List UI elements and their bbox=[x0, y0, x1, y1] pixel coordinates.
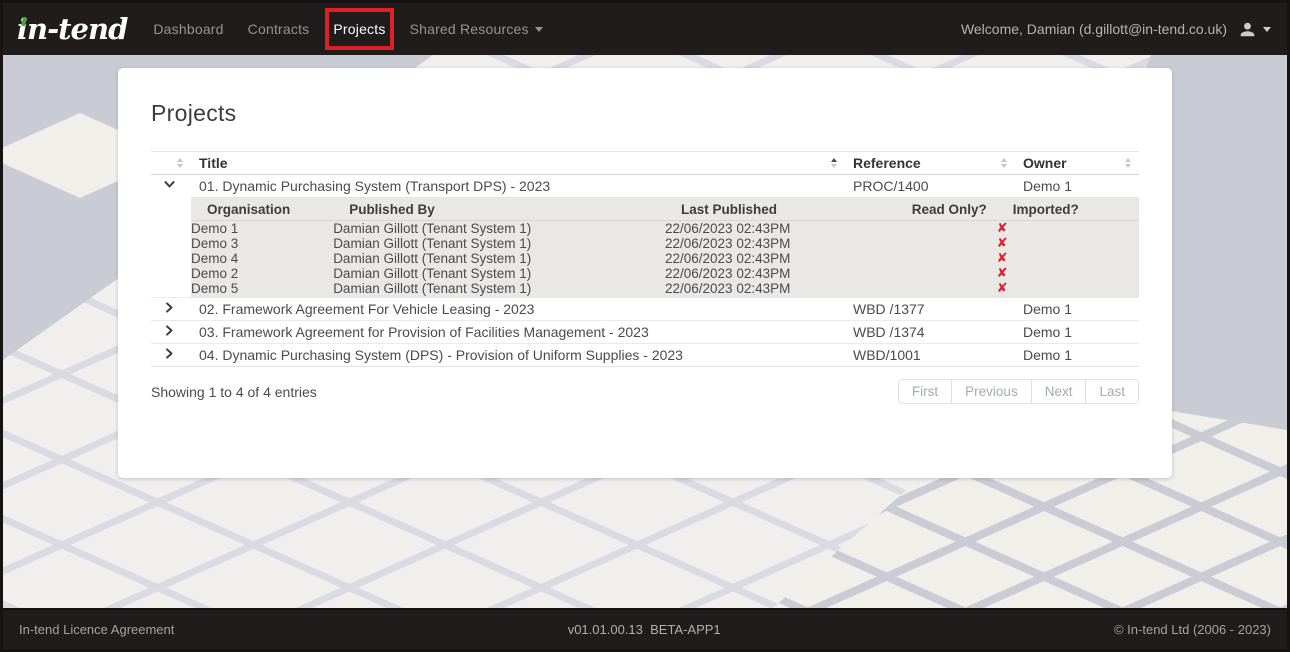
organisation-cell: Demo 1 bbox=[191, 221, 333, 237]
column-header-reference[interactable]: Reference bbox=[845, 152, 1015, 175]
published-by-cell: Damian Gillott (Tenant System 1) bbox=[333, 236, 665, 251]
nav-item-shared-resources[interactable]: Shared Resources bbox=[398, 3, 555, 55]
subcolumn-read-only: Read Only? bbox=[874, 198, 997, 221]
copyright-text: © In-tend Ltd (2006 - 2023) bbox=[1114, 622, 1271, 637]
column-header-owner[interactable]: Owner bbox=[1015, 152, 1139, 175]
published-by-cell: Damian Gillott (Tenant System 1) bbox=[333, 221, 665, 237]
table-row: 03. Framework Agreement for Provision of… bbox=[151, 321, 1139, 344]
sort-ascending-icon bbox=[831, 158, 837, 168]
user-icon bbox=[1239, 21, 1256, 38]
table-header-row: Title Reference Owner bbox=[151, 152, 1139, 175]
subcolumn-published-by: Published By bbox=[333, 198, 665, 221]
published-by-cell: Damian Gillott (Tenant System 1) bbox=[333, 266, 665, 281]
subtable-row: Demo 1 Damian Gillott (Tenant System 1) … bbox=[191, 221, 1139, 237]
table-row: 02. Framework Agreement For Vehicle Leas… bbox=[151, 298, 1139, 321]
project-title: 03. Framework Agreement for Provision of… bbox=[191, 321, 845, 344]
subtable-row: Demo 5 Damian Gillott (Tenant System 1) … bbox=[191, 281, 1139, 297]
table-footer: Showing 1 to 4 of 4 entries First Previo… bbox=[151, 379, 1139, 404]
app-logo-text: in-tend bbox=[17, 12, 127, 46]
project-owner: Demo 1 bbox=[1015, 321, 1139, 344]
pagination: First Previous Next Last bbox=[898, 379, 1139, 404]
expand-chevron-icon[interactable] bbox=[163, 324, 176, 337]
chevron-down-icon bbox=[535, 27, 543, 32]
page-background: Projects Title Reference Owner bbox=[3, 55, 1287, 608]
read-only-cell bbox=[874, 281, 997, 297]
organisation-cell: Demo 5 bbox=[191, 281, 333, 297]
published-by-cell: Damian Gillott (Tenant System 1) bbox=[333, 281, 665, 297]
nav-item-contracts[interactable]: Contracts bbox=[236, 3, 322, 55]
nav-item-projects[interactable]: Projects bbox=[321, 3, 397, 55]
not-imported-x-icon: ✘ bbox=[997, 281, 1139, 297]
not-imported-x-icon: ✘ bbox=[997, 236, 1139, 251]
table-row: 04. Dynamic Purchasing System (DPS) - Pr… bbox=[151, 344, 1139, 367]
published-detail-table: Organisation Published By Last Published… bbox=[191, 197, 1139, 297]
projects-card: Projects Title Reference Owner bbox=[118, 68, 1172, 478]
welcome-text: Welcome, Damian (d.gillott@in-tend.co.uk… bbox=[961, 21, 1227, 37]
collapse-chevron-icon[interactable] bbox=[163, 178, 176, 191]
project-owner: Demo 1 bbox=[1015, 175, 1139, 198]
subcolumn-last-published: Last Published bbox=[665, 198, 874, 221]
project-owner: Demo 1 bbox=[1015, 298, 1139, 321]
version-text: v01.01.00.13 BETA-APP1 bbox=[568, 622, 721, 637]
app-logo[interactable]: in-tend bbox=[17, 12, 127, 46]
top-navbar: in-tend Dashboard Contracts Projects Sha… bbox=[3, 3, 1287, 55]
projects-table: Title Reference Owner 01. Dynamic Purcha… bbox=[151, 151, 1139, 367]
page-footer: In-tend Licence Agreement v01.01.00.13 B… bbox=[3, 608, 1287, 649]
column-header-title[interactable]: Title bbox=[191, 152, 845, 175]
read-only-cell bbox=[874, 221, 997, 237]
main-nav: Dashboard Contracts Projects Shared Reso… bbox=[141, 3, 554, 55]
read-only-cell bbox=[874, 251, 997, 266]
subtable-row: Demo 3 Damian Gillott (Tenant System 1) … bbox=[191, 236, 1139, 251]
last-published-cell: 22/06/2023 02:43PM bbox=[665, 266, 874, 281]
first-page-button[interactable]: First bbox=[898, 379, 952, 404]
project-title: 04. Dynamic Purchasing System (DPS) - Pr… bbox=[191, 344, 845, 367]
subtable-header-row: Organisation Published By Last Published… bbox=[191, 198, 1139, 221]
not-imported-x-icon: ✘ bbox=[997, 251, 1139, 266]
not-imported-x-icon: ✘ bbox=[997, 266, 1139, 281]
project-reference: WBD /1374 bbox=[845, 321, 1015, 344]
read-only-cell bbox=[874, 236, 997, 251]
entries-summary: Showing 1 to 4 of 4 entries bbox=[151, 384, 317, 400]
sort-icon bbox=[1125, 158, 1131, 168]
project-owner: Demo 1 bbox=[1015, 344, 1139, 367]
subtable-row: Demo 2 Damian Gillott (Tenant System 1) … bbox=[191, 266, 1139, 281]
project-reference: WBD/1001 bbox=[845, 344, 1015, 367]
column-header-expander[interactable] bbox=[151, 152, 191, 175]
organisation-cell: Demo 3 bbox=[191, 236, 333, 251]
expand-chevron-icon[interactable] bbox=[163, 347, 176, 360]
chevron-down-icon bbox=[1263, 27, 1271, 32]
project-title: 01. Dynamic Purchasing System (Transport… bbox=[191, 175, 845, 198]
published-by-cell: Damian Gillott (Tenant System 1) bbox=[333, 251, 665, 266]
last-published-cell: 22/06/2023 02:43PM bbox=[665, 221, 874, 237]
subcolumn-organisation: Organisation bbox=[191, 198, 333, 221]
organisation-cell: Demo 4 bbox=[191, 251, 333, 266]
subtable-row: Demo 4 Damian Gillott (Tenant System 1) … bbox=[191, 251, 1139, 266]
expand-chevron-icon[interactable] bbox=[163, 301, 176, 314]
expanded-detail-row: Organisation Published By Last Published… bbox=[151, 197, 1139, 298]
last-page-button[interactable]: Last bbox=[1085, 379, 1139, 404]
read-only-cell bbox=[874, 266, 997, 281]
published-detail-block: Organisation Published By Last Published… bbox=[191, 197, 1139, 297]
project-reference: WBD /1377 bbox=[845, 298, 1015, 321]
previous-page-button[interactable]: Previous bbox=[951, 379, 1032, 404]
table-row: 01. Dynamic Purchasing System (Transport… bbox=[151, 175, 1139, 198]
subcolumn-imported: Imported? bbox=[997, 198, 1139, 221]
next-page-button[interactable]: Next bbox=[1031, 379, 1087, 404]
sort-icon bbox=[1001, 158, 1007, 168]
organisation-cell: Demo 2 bbox=[191, 266, 333, 281]
sort-icon bbox=[177, 158, 183, 168]
last-published-cell: 22/06/2023 02:43PM bbox=[665, 236, 874, 251]
licence-agreement-link[interactable]: In-tend Licence Agreement bbox=[19, 622, 174, 637]
nav-item-dashboard[interactable]: Dashboard bbox=[141, 3, 235, 55]
project-reference: PROC/1400 bbox=[845, 175, 1015, 198]
navbar-right: Welcome, Damian (d.gillott@in-tend.co.uk… bbox=[961, 21, 1271, 38]
account-menu[interactable] bbox=[1239, 21, 1271, 38]
not-imported-x-icon: ✘ bbox=[997, 221, 1139, 237]
project-title: 02. Framework Agreement For Vehicle Leas… bbox=[191, 298, 845, 321]
last-published-cell: 22/06/2023 02:43PM bbox=[665, 281, 874, 297]
last-published-cell: 22/06/2023 02:43PM bbox=[665, 251, 874, 266]
page-title: Projects bbox=[151, 100, 1139, 127]
